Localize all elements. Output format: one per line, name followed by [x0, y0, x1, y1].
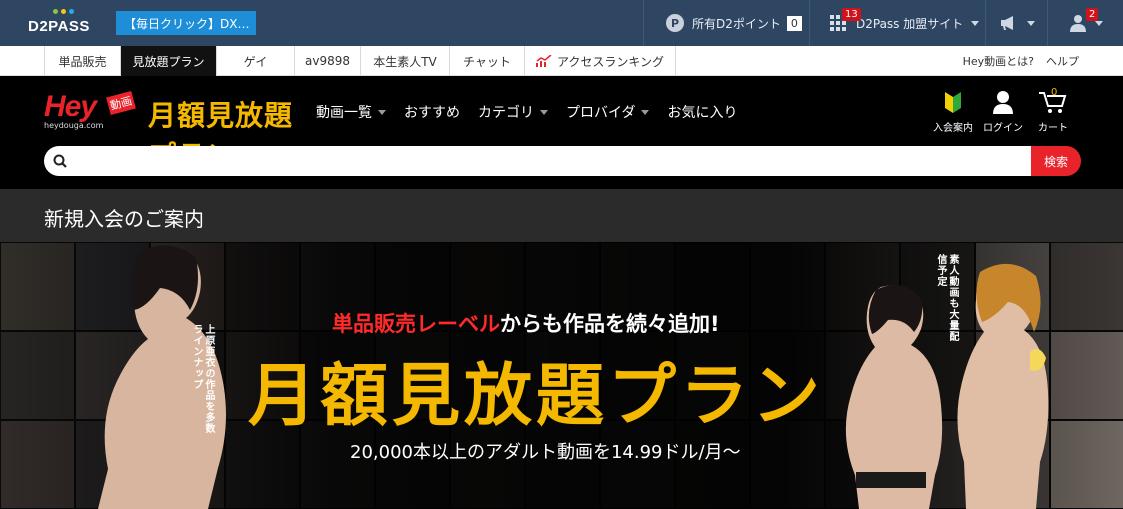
- beginner-leaf-icon: [945, 92, 961, 113]
- search-bar: 検索: [44, 146, 1081, 176]
- hey-header: Hey 動画 heydouga.com 月額見放題プラン 動画一覧 おすすめ カ…: [0, 76, 1123, 189]
- banner-headline: 単品販売レーベルからも作品を続々追加!: [332, 308, 720, 338]
- logo-hey: Hey: [44, 90, 97, 123]
- help-link[interactable]: ヘルプ: [1046, 53, 1079, 69]
- user-menu[interactable]: 2: [1047, 0, 1123, 46]
- logo-dots-icon: [53, 9, 74, 14]
- site-nav: 単品販売 見放題プラン ゲイ av9898 本生素人TV チャット アクセスラン…: [0, 46, 1123, 76]
- chevron-down-icon: [1026, 20, 1035, 26]
- banner-sub-title: 20,000本以上のアダルト動画を14.99ドル/月〜: [350, 442, 741, 463]
- cart-button[interactable]: 0 カート: [1028, 87, 1078, 134]
- menu-label: お気に入り: [667, 105, 738, 121]
- points-icon: P: [666, 14, 684, 32]
- logo-url: heydouga.com: [44, 121, 104, 130]
- menu-recommended[interactable]: おすすめ: [404, 102, 460, 122]
- d2pass-topbar: D2PASS 【毎日クリック】DX… P 所有D2ポイント 0 13 D2Pas…: [0, 0, 1123, 46]
- tab-gay[interactable]: ゲイ: [217, 46, 295, 76]
- chevron-down-icon: [540, 109, 548, 115]
- sites-count-badge: 13: [842, 8, 861, 21]
- chevron-down-icon: [641, 109, 650, 115]
- menu-label: おすすめ: [404, 105, 460, 121]
- d2pass-logo[interactable]: D2PASS: [28, 9, 98, 39]
- main-menu: 動画一覧 おすすめ カテゴリ プロバイダ お気に入り: [316, 102, 737, 122]
- announcement-menu[interactable]: [985, 0, 1047, 46]
- sites-label: D2Pass 加盟サイト: [856, 16, 964, 31]
- user-icon: [993, 91, 1013, 114]
- points-label: 所有D2ポイント: [692, 16, 781, 31]
- tab-av9898[interactable]: av9898: [295, 46, 361, 76]
- tab-unlimited-plan[interactable]: 見放題プラン: [121, 46, 217, 76]
- search-icon: [53, 154, 67, 168]
- daily-click-button[interactable]: 【毎日クリック】DX…: [116, 11, 256, 35]
- about-link[interactable]: Hey動画とは?: [963, 53, 1034, 69]
- menu-category[interactable]: カテゴリ: [478, 102, 548, 122]
- search-input[interactable]: [44, 146, 1032, 176]
- trending-chart-icon: [535, 55, 552, 67]
- login-button[interactable]: ログイン: [978, 90, 1028, 134]
- points-count: 0: [786, 15, 802, 31]
- page-title-bar: 新規入会のご案内: [0, 189, 1123, 242]
- tab-access-ranking[interactable]: アクセスランキング: [525, 46, 676, 76]
- points-item[interactable]: P 所有D2ポイント 0: [643, 0, 809, 46]
- headline-white: からも作品を続々追加!: [500, 312, 720, 336]
- left-model-note: 上原亜衣の作品を多数ラインナップ: [191, 324, 214, 434]
- tab-access-ranking-label: アクセスランキング: [556, 54, 665, 69]
- cart-count: 0: [1051, 87, 1058, 98]
- menu-video-list[interactable]: 動画一覧: [316, 102, 386, 122]
- login-label: ログイン: [983, 123, 1023, 134]
- join-guide-button[interactable]: 入会案内: [928, 90, 978, 134]
- menu-label: カテゴリ: [478, 105, 534, 121]
- promo-banner[interactable]: 上原亜衣の作品を多数ラインナップ 単品販売レーベルからも作品を続々追加! 月額見…: [0, 242, 1123, 509]
- cart-label: カート: [1038, 123, 1068, 134]
- chevron-down-icon: [971, 20, 980, 26]
- logo-text: D2PASS: [28, 18, 90, 35]
- menu-label: 動画一覧: [316, 105, 372, 121]
- notification-badge: 2: [1086, 8, 1099, 21]
- menu-favorites[interactable]: お気に入り: [667, 102, 737, 122]
- right-model-note: 素人動画も大量配信予定: [935, 254, 958, 342]
- logo-douga: 動画: [106, 90, 136, 116]
- headline-red: 単品販売レーベル: [332, 312, 500, 336]
- tab-amateur-tv[interactable]: 本生素人TV: [361, 46, 450, 76]
- nav-right-links: Hey動画とは? ヘルプ: [963, 46, 1079, 76]
- tab-single-sale[interactable]: 単品販売: [44, 46, 121, 76]
- page-title: 新規入会のご案内: [44, 207, 204, 231]
- header-actions: 入会案内 ログイン 0 カート: [928, 87, 1078, 134]
- chevron-down-icon: [1094, 20, 1103, 26]
- menu-label: プロバイダ: [566, 105, 636, 121]
- model-photo-left: [98, 245, 226, 509]
- model-photo-right: [957, 263, 1049, 509]
- member-sites-menu[interactable]: 13 D2Pass 加盟サイト: [809, 0, 985, 46]
- menu-provider[interactable]: プロバイダ: [566, 102, 650, 122]
- tab-chat[interactable]: チャット: [450, 46, 525, 76]
- banner-main-title: 月額見放題プラン: [248, 356, 825, 436]
- join-guide-label: 入会案内: [933, 123, 973, 134]
- megaphone-icon: [1000, 16, 1013, 30]
- chevron-down-icon: [378, 109, 386, 115]
- user-icon: [1069, 15, 1086, 32]
- search-button[interactable]: 検索: [1031, 146, 1081, 176]
- hey-logo[interactable]: Hey 動画 heydouga.com 月額見放題プラン: [44, 90, 304, 172]
